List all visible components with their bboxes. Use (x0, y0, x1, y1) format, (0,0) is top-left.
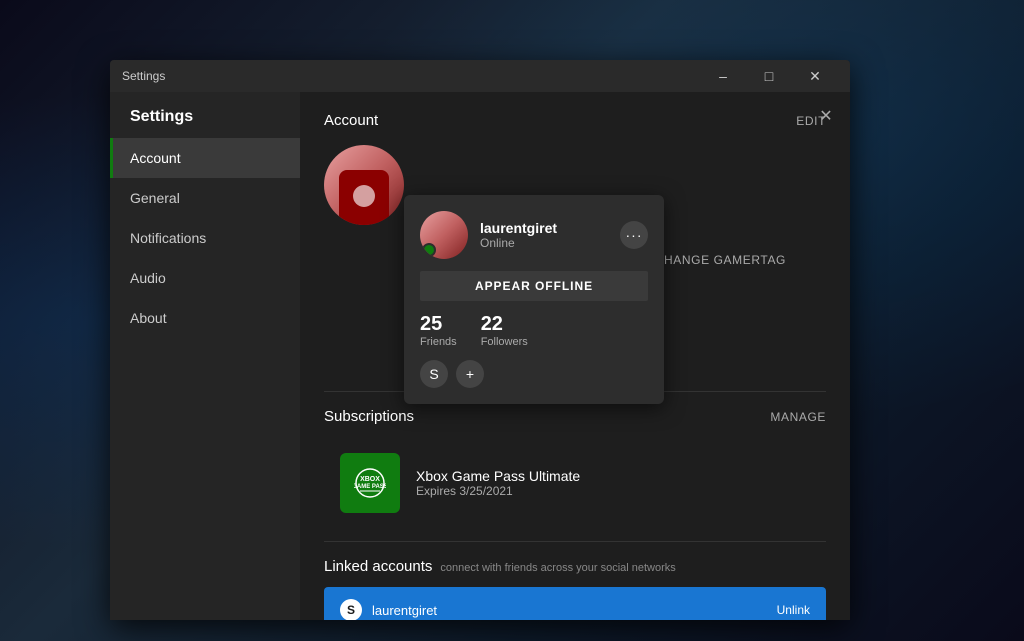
profile-card: laurentgiret Online ··· APPEAR OFFLINE 2… (404, 195, 664, 404)
profile-username: laurentgiret (480, 220, 608, 236)
linked-accounts-title: Linked accounts (324, 558, 432, 575)
content-area: ✕ Account EDIT CHANGE GAMERTAG (300, 92, 850, 620)
profile-avatar-small (420, 211, 468, 259)
sidebar-item-account-label: Account (130, 150, 181, 166)
sidebar-item-notifications[interactable]: Notifications (110, 218, 300, 258)
sidebar-item-account[interactable]: Account (110, 138, 300, 178)
subscriptions-title: Subscriptions (324, 408, 414, 425)
settings-window: Settings – □ ✕ Settings Account General … (110, 60, 850, 620)
profile-status: Online (480, 236, 608, 250)
subscription-expiry: Expires 3/25/2021 (416, 484, 580, 498)
profile-card-top: laurentgiret Online ··· (420, 211, 648, 259)
linked-accounts-subtitle: connect with friends across your social … (440, 562, 675, 574)
subscription-info: Xbox Game Pass Ultimate Expires 3/25/202… (416, 468, 580, 498)
profile-icons: S + (420, 360, 648, 388)
linked-accounts-list: S laurentgiret Unlink Show icon on my pr… (324, 587, 826, 620)
followers-stat: 22 Followers (481, 313, 528, 348)
account-section-title: Account (324, 112, 378, 129)
xbox-x-logo: XBOX GAME PASS (354, 467, 386, 499)
window-title: Settings (122, 69, 165, 83)
svg-text:GAME PASS: GAME PASS (354, 484, 386, 490)
divider-2 (324, 541, 826, 542)
main-area: Settings Account General Notifications A… (110, 92, 850, 620)
friends-count: 25 (420, 313, 457, 336)
steam-link-button[interactable]: S (420, 360, 448, 388)
steam-account-row: S laurentgiret Unlink (324, 587, 826, 620)
steam-account-left: S laurentgiret (340, 599, 437, 620)
title-bar: Settings – □ ✕ (110, 60, 850, 92)
sidebar-item-notifications-label: Notifications (130, 230, 206, 246)
followers-count: 22 (481, 313, 528, 336)
profile-info: laurentgiret Online (480, 220, 608, 250)
followers-label: Followers (481, 336, 528, 348)
appear-offline-button[interactable]: APPEAR OFFLINE (420, 271, 648, 301)
avatar-large (324, 145, 404, 225)
add-icon: + (466, 366, 474, 382)
minimize-button[interactable]: – (700, 60, 746, 92)
maximize-button[interactable]: □ (746, 60, 792, 92)
svg-text:XBOX: XBOX (360, 476, 380, 483)
account-top-area: CHANGE GAMERTAG laurentgiret Online ··· … (324, 145, 826, 375)
unlink-button[interactable]: Unlink (777, 603, 810, 617)
linked-accounts-header: Linked accounts connect with friends acr… (324, 558, 826, 575)
window-controls: – □ ✕ (700, 60, 838, 92)
subscription-card: XBOX GAME PASS Xbox Game Pass Ultimate E… (324, 441, 826, 525)
sidebar-item-audio-label: Audio (130, 270, 166, 286)
sidebar-item-about-label: About (130, 310, 167, 326)
sidebar-item-audio[interactable]: Audio (110, 258, 300, 298)
steam-icon: S (429, 366, 438, 382)
subscription-name: Xbox Game Pass Ultimate (416, 468, 580, 484)
sidebar: Settings Account General Notifications A… (110, 92, 300, 620)
profile-stats: 25 Friends 22 Followers (420, 313, 648, 348)
friends-label: Friends (420, 336, 457, 348)
profile-more-button[interactable]: ··· (620, 221, 648, 249)
account-section-header: Account EDIT (324, 112, 826, 129)
add-account-button[interactable]: + (456, 360, 484, 388)
change-gamertag-button[interactable]: CHANGE GAMERTAG (655, 253, 786, 267)
content-close-button[interactable]: ✕ (814, 104, 838, 128)
sidebar-item-about[interactable]: About (110, 298, 300, 338)
xbox-game-pass-logo: XBOX GAME PASS (340, 453, 400, 513)
subscriptions-section-header: Subscriptions MANAGE (324, 408, 826, 425)
linked-account-name: laurentgiret (372, 603, 437, 618)
steam-icon: S (340, 599, 362, 620)
sidebar-item-general-label: General (130, 190, 180, 206)
sidebar-item-general[interactable]: General (110, 178, 300, 218)
window-close-button[interactable]: ✕ (792, 60, 838, 92)
manage-button[interactable]: MANAGE (770, 410, 826, 424)
friends-stat: 25 Friends (420, 313, 457, 348)
sidebar-header: Settings (110, 92, 300, 138)
